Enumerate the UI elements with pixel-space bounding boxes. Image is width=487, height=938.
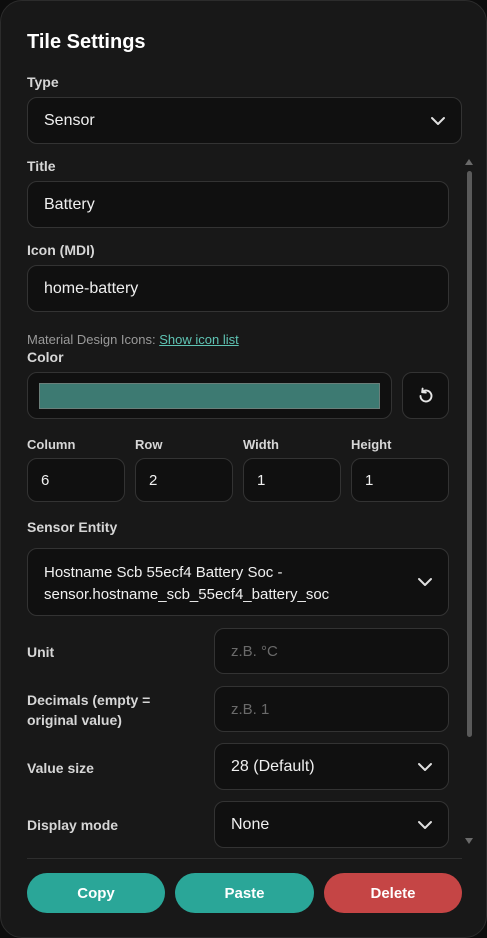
- type-label: Type: [27, 74, 59, 90]
- height-input[interactable]: 1: [351, 458, 449, 502]
- title-label: Title: [27, 158, 56, 174]
- width-value: 1: [257, 471, 266, 489]
- height-label: Height: [351, 437, 392, 452]
- column-label: Column: [27, 437, 76, 452]
- display-mode-value: None: [231, 815, 270, 833]
- value-size-label: Value size: [27, 760, 94, 776]
- icon-input[interactable]: home-battery: [27, 265, 449, 312]
- icon-help-text: Material Design Icons: Show icon list: [27, 332, 239, 347]
- row-input[interactable]: 2: [135, 458, 233, 502]
- sensor-entity-label: Sensor Entity: [27, 519, 118, 535]
- icon-value: home-battery: [44, 279, 139, 297]
- reset-color-button[interactable]: [402, 372, 449, 419]
- chevron-down-icon: [431, 116, 445, 125]
- tile-settings-panel: Tile Settings Type Sensor Title Battery …: [0, 0, 487, 938]
- show-icon-list-link[interactable]: Show icon list: [159, 332, 238, 347]
- sensor-entity-select[interactable]: Hostname Scb 55ecf4 Battery Soc - sensor…: [27, 548, 449, 616]
- decimals-placeholder: z.B. 1: [231, 700, 270, 718]
- color-picker[interactable]: [27, 372, 392, 419]
- value-size-value: 28 (Default): [231, 757, 315, 775]
- unit-input[interactable]: z.B. °C: [214, 628, 449, 674]
- chevron-down-icon: [418, 762, 432, 771]
- color-swatch[interactable]: [39, 383, 380, 409]
- panel-title: Tile Settings: [27, 31, 146, 53]
- height-value: 1: [365, 471, 374, 489]
- decimals-label: Decimals (empty = original value): [27, 690, 150, 730]
- color-label: Color: [27, 349, 64, 365]
- column-input[interactable]: 6: [27, 458, 125, 502]
- display-mode-select[interactable]: None: [214, 801, 449, 848]
- delete-button[interactable]: Delete: [324, 873, 462, 913]
- unit-placeholder: z.B. °C: [231, 642, 278, 660]
- paste-button[interactable]: Paste: [175, 873, 314, 913]
- row-value: 2: [149, 471, 158, 489]
- title-input[interactable]: Battery: [27, 181, 449, 228]
- width-input[interactable]: 1: [243, 458, 341, 502]
- title-value: Battery: [44, 195, 95, 213]
- type-select[interactable]: Sensor: [27, 97, 462, 144]
- display-mode-label: Display mode: [27, 817, 119, 833]
- reset-icon: [419, 387, 432, 402]
- scroll-down-arrow[interactable]: [465, 838, 473, 844]
- icon-help-prefix: Material Design Icons:: [27, 332, 160, 347]
- row-label: Row: [135, 437, 163, 452]
- value-size-select[interactable]: 28 (Default): [214, 743, 449, 790]
- scroll-up-arrow[interactable]: [465, 159, 473, 165]
- copy-button[interactable]: Copy: [27, 873, 165, 913]
- decimals-input[interactable]: z.B. 1: [214, 686, 449, 732]
- footer-divider: [27, 858, 462, 859]
- sensor-entity-name: Hostname Scb 55ecf4 Battery Soc -: [44, 564, 283, 581]
- unit-label: Unit: [27, 644, 55, 660]
- decimals-label-line1: Decimals (empty =: [27, 692, 151, 708]
- decimals-label-line2: original value): [27, 712, 122, 728]
- icon-label: Icon (MDI): [27, 242, 95, 258]
- chevron-down-icon: [418, 820, 432, 829]
- type-value: Sensor: [44, 111, 95, 129]
- chevron-down-icon: [418, 578, 432, 586]
- width-label: Width: [243, 437, 279, 452]
- scrollbar-thumb[interactable]: [467, 171, 472, 737]
- column-value: 6: [41, 471, 50, 489]
- sensor-entity-id: sensor.hostname_scb_55ecf4_battery_soc: [44, 586, 330, 603]
